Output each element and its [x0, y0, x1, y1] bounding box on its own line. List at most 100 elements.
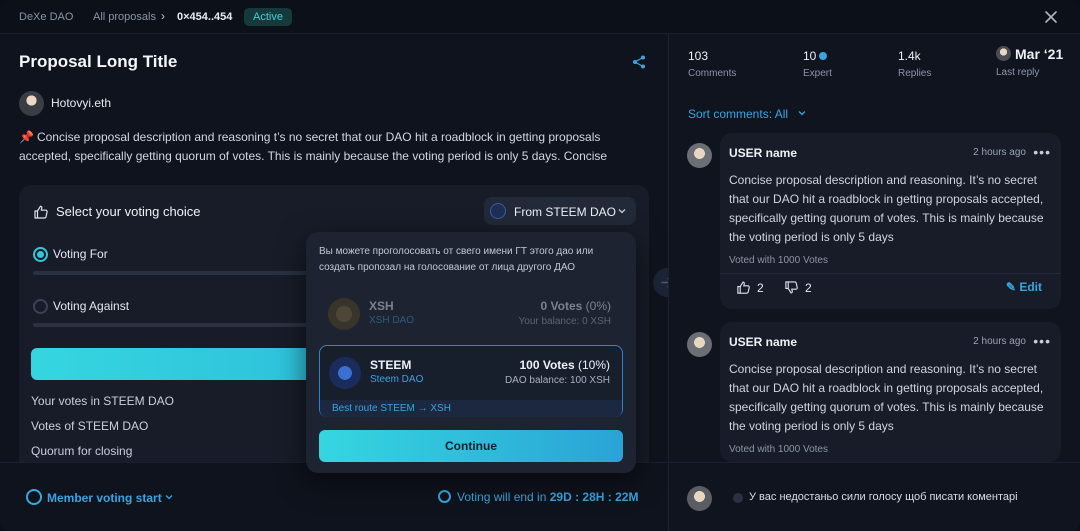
replies-count: 1.4k — [898, 49, 921, 63]
dao-selector[interactable]: From STEEM DAO — [484, 197, 636, 225]
status-dot-icon — [733, 493, 743, 503]
arrow-right-icon: → — [417, 403, 428, 414]
comments-panel: 103 Comments 10 Expert 1.4k Replies Mar … — [668, 34, 1080, 531]
last-reply-date: Mar ‘21 — [1015, 46, 1064, 62]
dao-option-name: STEEM — [370, 358, 412, 372]
avatar[interactable] — [687, 143, 712, 168]
more-icon[interactable]: ••• — [1033, 144, 1051, 160]
ends-value: 29D : 28H : 22M — [549, 490, 639, 504]
member-voting-start-label: Member voting start — [47, 491, 162, 505]
comments-label: Comments — [688, 68, 737, 79]
expert-label: Expert — [803, 68, 832, 79]
metric-last-reply: Mar ‘21 Last reply — [996, 46, 1063, 78]
breadcrumb-root[interactable]: DeXe DAO — [19, 11, 73, 23]
comment-footer: У вас недостаньо сили голосу щоб писати … — [669, 462, 1080, 531]
dao-selector-label: From STEEM DAO — [514, 205, 617, 219]
proposal-description: 📌 Concise proposal description and reason… — [19, 128, 639, 166]
edit-label: Edit — [1019, 280, 1042, 294]
like-button[interactable]: 2 — [736, 280, 764, 295]
breadcrumb-all-proposals[interactable]: All proposals — [93, 11, 156, 23]
clock-icon — [438, 490, 451, 503]
avatar — [687, 486, 712, 511]
author-name[interactable]: Hotovyi.eth — [51, 96, 111, 110]
dao-option-name: XSH — [369, 299, 394, 313]
avatar — [996, 46, 1011, 61]
sort-label: Sort comments: All — [688, 107, 789, 121]
expert-count: 10 — [803, 49, 817, 63]
circle-icon — [26, 489, 42, 505]
like-count: 2 — [757, 281, 764, 295]
description-text: Concise proposal description and reasoni… — [19, 130, 608, 163]
comment-body: Concise proposal description and reasoni… — [729, 173, 1044, 244]
chevron-down-icon — [618, 209, 626, 214]
comment-card: USER name 2 hours ago ••• Concise propos… — [720, 133, 1061, 309]
dao-option-pct: (0%) — [585, 299, 611, 313]
dao-option-votes-value: 0 Votes — [540, 299, 583, 313]
ends-prefix: Voting will end in — [457, 490, 547, 504]
dao-option-votes: 100 Votes (10%) — [519, 358, 610, 372]
dislike-button[interactable]: 2 — [784, 280, 812, 295]
best-route-label: Best route — [332, 403, 378, 414]
dao-option-sub: Steem DAO — [370, 374, 424, 385]
dao-option-sub: XSH DAO — [369, 315, 415, 326]
footer-note: У вас недостаньо сили голосу щоб писати … — [749, 491, 1018, 503]
dislike-count: 2 — [805, 281, 812, 295]
dao-option-pct: (10%) — [577, 358, 610, 372]
proposal-modal: DeXe DAO All proposals › 0×454..454 Acti… — [0, 0, 1080, 531]
sort-comments-dropdown[interactable]: Sort comments: All — [688, 107, 807, 121]
edit-button[interactable]: ✎ Edit — [1006, 280, 1042, 294]
vote-option-against-label: Voting Against — [53, 299, 130, 313]
dao-option-votes-value: 100 Votes — [519, 358, 575, 372]
chevron-down-icon — [165, 495, 173, 500]
continue-button[interactable]: Continue — [319, 430, 623, 462]
comment-card: USER name 2 hours ago ••• Concise propos… — [720, 322, 1061, 462]
chevron-right-icon: › — [161, 9, 165, 23]
thumbs-down-icon — [785, 281, 798, 294]
popover-text: Вы можете проголосовать от свего имени Г… — [319, 246, 594, 273]
steem-logo-icon — [490, 203, 506, 219]
comment-user[interactable]: USER name — [729, 146, 797, 160]
share-icon[interactable] — [631, 54, 647, 70]
comment-time: 2 hours ago — [973, 147, 1026, 158]
route-from: STEEM — [380, 403, 415, 414]
metric-expert: 10 Expert — [803, 49, 832, 79]
comment-user[interactable]: USER name — [729, 335, 797, 349]
comment-voted: Voted with 1000 Votes — [729, 255, 828, 266]
radio-against[interactable] — [33, 299, 48, 314]
thumbs-up-icon — [34, 205, 48, 219]
vote-option-for-label: Voting For — [53, 247, 108, 261]
comment-body: Concise proposal description and reasoni… — [729, 362, 1044, 433]
dao-option-votes: 0 Votes (0%) — [541, 299, 611, 313]
comment-time: 2 hours ago — [973, 336, 1026, 347]
top-bar: DeXe DAO All proposals › 0×454..454 Acti… — [0, 0, 1080, 34]
xsh-logo-icon — [328, 298, 360, 330]
voting-heading: Select your voting choice — [56, 204, 201, 219]
divider — [720, 273, 1061, 274]
comment-voted: Voted with 1000 Votes — [729, 444, 828, 455]
dao-option-steem[interactable]: STEEM Steem DAO 100 Votes (10%) DAO bala… — [319, 345, 623, 417]
edit-icon: ✎ — [1005, 280, 1016, 294]
more-icon[interactable]: ••• — [1033, 333, 1051, 349]
last-reply-label: Last reply — [996, 67, 1040, 78]
dao-option-balance: Your balance: 0 XSH — [518, 316, 611, 327]
your-votes-label: Your votes in STEEM DAO — [31, 394, 174, 408]
avatar[interactable] — [687, 332, 712, 357]
route-to: XSH — [430, 403, 451, 414]
status-badge: Active — [244, 8, 292, 26]
dao-select-popover: Вы можете проголосовать от свего имени Г… — [306, 232, 636, 473]
close-icon[interactable] — [1041, 7, 1061, 27]
chevron-down-icon — [798, 111, 806, 116]
dao-option-xsh[interactable]: XSH XSH DAO 0 Votes (0%) Your balance: 0… — [319, 287, 623, 343]
page-title: Proposal Long Title — [19, 52, 178, 71]
dao-votes-label: Votes of STEEM DAO — [31, 419, 149, 433]
thumbs-up-icon — [737, 281, 750, 294]
verified-icon — [819, 52, 828, 60]
dao-option-balance: DAO balance: 100 XSH — [504, 375, 610, 386]
radio-for[interactable] — [33, 247, 48, 262]
metric-replies: 1.4k Replies — [898, 49, 931, 79]
author-avatar[interactable] — [19, 91, 44, 116]
best-route: Best route STEEM → XSH — [320, 400, 622, 417]
steem-logo-icon — [329, 357, 361, 389]
metric-comments: 103 Comments — [688, 49, 736, 79]
quorum-label: Quorum for closing — [31, 444, 133, 458]
